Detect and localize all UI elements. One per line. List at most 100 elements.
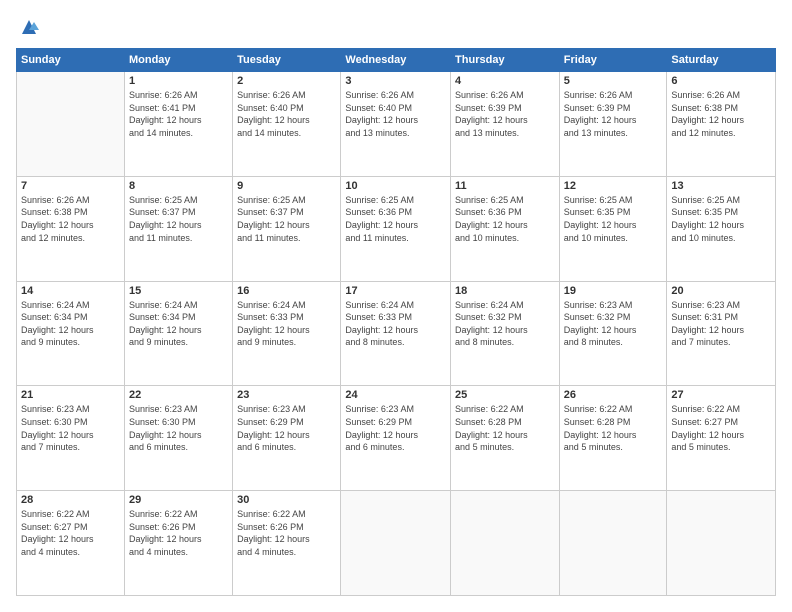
calendar-cell: 24Sunrise: 6:23 AMSunset: 6:29 PMDayligh… — [341, 386, 451, 491]
day-number: 26 — [564, 389, 663, 401]
day-number: 23 — [237, 389, 336, 401]
day-number: 30 — [237, 494, 336, 506]
day-number: 16 — [237, 285, 336, 297]
day-number: 27 — [671, 389, 771, 401]
calendar-week-row: 7Sunrise: 6:26 AMSunset: 6:38 PMDaylight… — [17, 176, 776, 281]
day-info: Sunrise: 6:22 AMSunset: 6:26 PMDaylight:… — [237, 508, 336, 558]
calendar-cell: 18 Sunrise: 6:24 AMSunset: 6:32 PMDayligh… — [451, 281, 560, 386]
day-number: 19 — [564, 285, 663, 297]
day-number: 25 — [455, 389, 555, 401]
calendar-cell: 17 Sunrise: 6:24 AMSunset: 6:33 PMDayligh… — [341, 281, 451, 386]
day-number: 3 — [345, 75, 446, 87]
day-number: 18 — [455, 285, 555, 297]
day-info: Sunrise: 6:24 AMSunset: 6:34 PMDaylight:… — [21, 299, 120, 349]
day-info: Sunrise: 6:22 AMSunset: 6:27 PMDaylight:… — [671, 403, 771, 453]
day-info: Sunrise: 6:22 AMSunset: 6:27 PMDaylight:… — [21, 508, 120, 558]
calendar-cell: 25 Sunrise: 6:22 AMSunset: 6:28 PMDayligh… — [451, 386, 560, 491]
day-number: 28 — [21, 494, 120, 506]
day-info: Sunrise: 6:22 AMSunset: 6:26 PMDaylight:… — [129, 508, 228, 558]
calendar-cell: 30 Sunrise: 6:22 AMSunset: 6:26 PMDayligh… — [233, 491, 341, 596]
calendar-cell — [451, 491, 560, 596]
day-number: 22 — [129, 389, 228, 401]
day-number: 2 — [237, 75, 336, 87]
page: SundayMondayTuesdayWednesdayThursdayFrid… — [0, 0, 792, 612]
day-info: Sunrise: 6:26 AMSunset: 6:38 PMDaylight:… — [671, 89, 771, 139]
day-number: 20 — [671, 285, 771, 297]
logo — [16, 16, 40, 38]
calendar-cell: 22 Sunrise: 6:23 AMSunset: 6:30 PMDayligh… — [124, 386, 232, 491]
day-info: Sunrise: 6:23 AMSunset: 6:31 PMDaylight:… — [671, 299, 771, 349]
day-of-week-header: Tuesday — [233, 49, 341, 72]
day-info: Sunrise: 6:24 AMSunset: 6:34 PMDaylight:… — [129, 299, 228, 349]
calendar-cell: 29 Sunrise: 6:22 AMSunset: 6:26 PMDayligh… — [124, 491, 232, 596]
calendar-cell — [559, 491, 667, 596]
calendar-cell: 27 Sunrise: 6:22 AMSunset: 6:27 PMDayligh… — [667, 386, 776, 491]
day-info: Sunrise: 6:25 AMSunset: 6:35 PMDaylight:… — [671, 194, 771, 244]
day-info: Sunrise: 6:23 AMSunset: 6:30 PMDaylight:… — [21, 403, 120, 453]
day-info: Sunrise: 6:25 AMSunset: 6:37 PMDaylight:… — [129, 194, 228, 244]
calendar-cell: 23 Sunrise: 6:23 AMSunset: 6:29 PMDayligh… — [233, 386, 341, 491]
calendar-cell: 10Sunrise: 6:25 AMSunset: 6:36 PMDayligh… — [341, 176, 451, 281]
calendar-header-row: SundayMondayTuesdayWednesdayThursdayFrid… — [17, 49, 776, 72]
calendar-cell: 5 Sunrise: 6:26 AMSunset: 6:39 PMDaylight… — [559, 72, 667, 177]
day-info: Sunrise: 6:26 AMSunset: 6:41 PMDaylight:… — [129, 89, 228, 139]
logo-icon — [18, 16, 40, 38]
calendar-cell: 7Sunrise: 6:26 AMSunset: 6:38 PMDaylight… — [17, 176, 125, 281]
day-info: Sunrise: 6:23 AMSunset: 6:29 PMDaylight:… — [345, 403, 446, 453]
day-number: 17 — [345, 285, 446, 297]
calendar-cell: 9 Sunrise: 6:25 AMSunset: 6:37 PMDaylight… — [233, 176, 341, 281]
day-info: Sunrise: 6:26 AMSunset: 6:38 PMDaylight:… — [21, 194, 120, 244]
day-of-week-header: Friday — [559, 49, 667, 72]
calendar-cell: 13Sunrise: 6:25 AMSunset: 6:35 PMDayligh… — [667, 176, 776, 281]
calendar-cell: 2Sunrise: 6:26 AMSunset: 6:40 PMDaylight… — [233, 72, 341, 177]
day-number: 15 — [129, 285, 228, 297]
day-of-week-header: Wednesday — [341, 49, 451, 72]
day-of-week-header: Sunday — [17, 49, 125, 72]
calendar-cell — [341, 491, 451, 596]
calendar-cell: 20 Sunrise: 6:23 AMSunset: 6:31 PMDayligh… — [667, 281, 776, 386]
header — [16, 16, 776, 38]
day-info: Sunrise: 6:24 AMSunset: 6:33 PMDaylight:… — [237, 299, 336, 349]
calendar-cell: 6 Sunrise: 6:26 AMSunset: 6:38 PMDaylight… — [667, 72, 776, 177]
day-info: Sunrise: 6:23 AMSunset: 6:32 PMDaylight:… — [564, 299, 663, 349]
calendar-cell — [17, 72, 125, 177]
calendar-cell: 21 Sunrise: 6:23 AMSunset: 6:30 PMDayligh… — [17, 386, 125, 491]
day-of-week-header: Saturday — [667, 49, 776, 72]
day-number: 29 — [129, 494, 228, 506]
calendar-cell: 8 Sunrise: 6:25 AMSunset: 6:37 PMDaylight… — [124, 176, 232, 281]
day-number: 14 — [21, 285, 120, 297]
day-info: Sunrise: 6:22 AMSunset: 6:28 PMDaylight:… — [564, 403, 663, 453]
day-of-week-header: Thursday — [451, 49, 560, 72]
day-info: Sunrise: 6:26 AMSunset: 6:39 PMDaylight:… — [564, 89, 663, 139]
calendar-week-row: 14 Sunrise: 6:24 AMSunset: 6:34 PMDayligh… — [17, 281, 776, 386]
day-info: Sunrise: 6:24 AMSunset: 6:32 PMDaylight:… — [455, 299, 555, 349]
day-number: 10 — [345, 180, 446, 192]
calendar-cell: 26 Sunrise: 6:22 AMSunset: 6:28 PMDayligh… — [559, 386, 667, 491]
day-number: 8 — [129, 180, 228, 192]
calendar-cell: 16 Sunrise: 6:24 AMSunset: 6:33 PMDayligh… — [233, 281, 341, 386]
day-info: Sunrise: 6:25 AMSunset: 6:35 PMDaylight:… — [564, 194, 663, 244]
day-info: Sunrise: 6:26 AMSunset: 6:39 PMDaylight:… — [455, 89, 555, 139]
calendar-cell: 28 Sunrise: 6:22 AMSunset: 6:27 PMDayligh… — [17, 491, 125, 596]
day-info: Sunrise: 6:22 AMSunset: 6:28 PMDaylight:… — [455, 403, 555, 453]
calendar-cell: 19 Sunrise: 6:23 AMSunset: 6:32 PMDayligh… — [559, 281, 667, 386]
day-number: 21 — [21, 389, 120, 401]
day-info: Sunrise: 6:26 AMSunset: 6:40 PMDaylight:… — [345, 89, 446, 139]
calendar-cell: 11Sunrise: 6:25 AMSunset: 6:36 PMDayligh… — [451, 176, 560, 281]
day-number: 6 — [671, 75, 771, 87]
calendar-cell: 1Sunrise: 6:26 AMSunset: 6:41 PMDaylight… — [124, 72, 232, 177]
logo-text — [16, 16, 40, 38]
day-number: 9 — [237, 180, 336, 192]
calendar-cell — [667, 491, 776, 596]
calendar-week-row: 21 Sunrise: 6:23 AMSunset: 6:30 PMDayligh… — [17, 386, 776, 491]
day-number: 5 — [564, 75, 663, 87]
day-info: Sunrise: 6:23 AMSunset: 6:29 PMDaylight:… — [237, 403, 336, 453]
day-info: Sunrise: 6:23 AMSunset: 6:30 PMDaylight:… — [129, 403, 228, 453]
day-info: Sunrise: 6:25 AMSunset: 6:37 PMDaylight:… — [237, 194, 336, 244]
day-info: Sunrise: 6:24 AMSunset: 6:33 PMDaylight:… — [345, 299, 446, 349]
calendar-cell: 4Sunrise: 6:26 AMSunset: 6:39 PMDaylight… — [451, 72, 560, 177]
day-number: 11 — [455, 180, 555, 192]
day-number: 12 — [564, 180, 663, 192]
day-of-week-header: Monday — [124, 49, 232, 72]
calendar-cell: 12 Sunrise: 6:25 AMSunset: 6:35 PMDayligh… — [559, 176, 667, 281]
